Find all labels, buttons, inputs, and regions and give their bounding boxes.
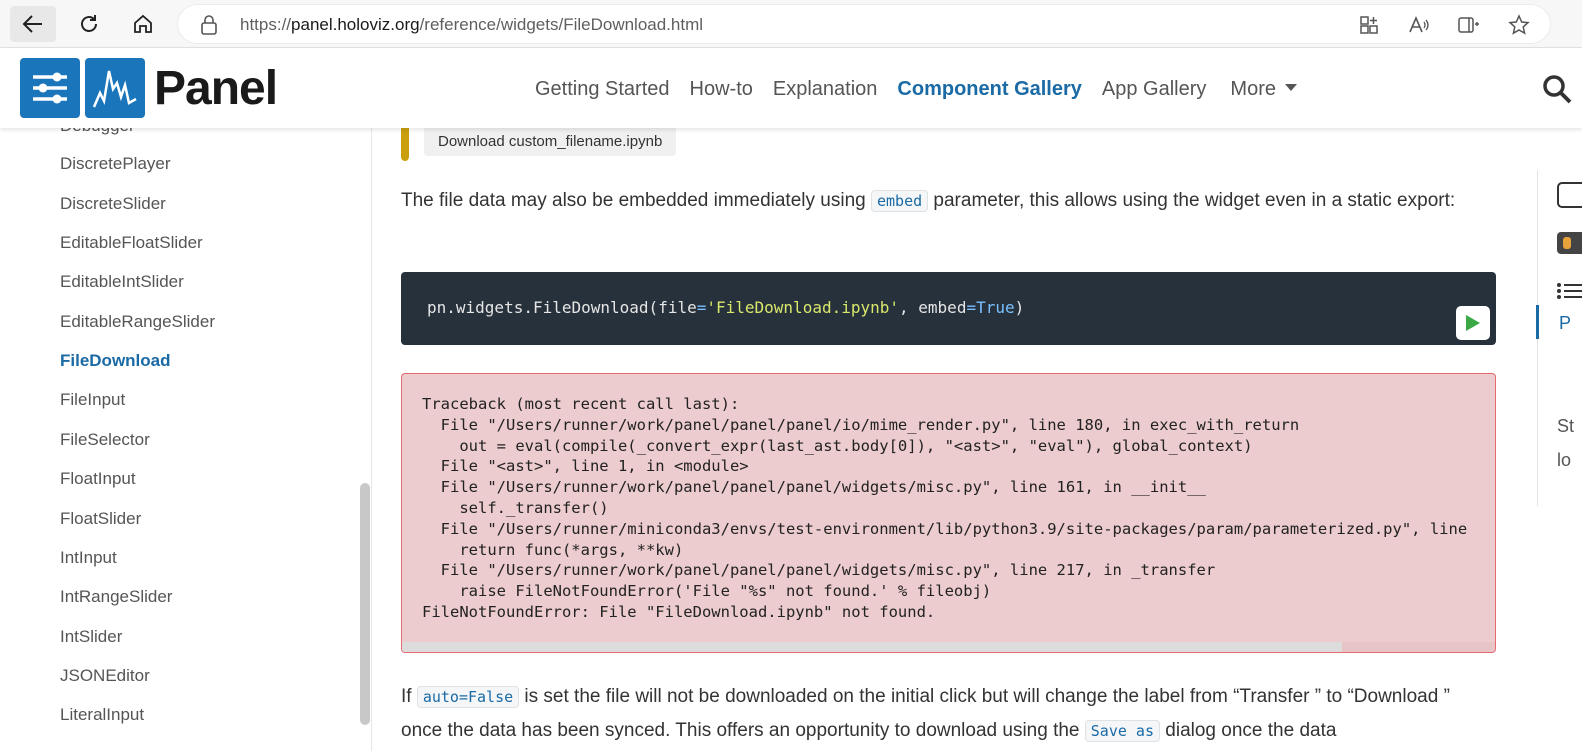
address-bar[interactable]: https://panel.holoviz.org/reference/widg…: [178, 5, 1550, 43]
code-eq-1: =: [696, 298, 707, 317]
reload-icon: [81, 15, 97, 32]
left-sidebar: Debugger DiscretePlayer DiscreteSlider E…: [0, 128, 372, 751]
home-icon: [134, 14, 152, 33]
sidebar-item-editableintslider[interactable]: EditableIntSlider: [60, 272, 184, 292]
toc-text-1: St: [1557, 416, 1575, 436]
sidebar-item-filedownload[interactable]: FileDownload: [60, 351, 171, 371]
sidebar-item-editablerangeslider[interactable]: EditableRangeSlider: [60, 312, 215, 332]
site-header: Panel Getting Started How-to Explanation…: [0, 48, 1582, 128]
toc-active-indicator: [1536, 305, 1539, 339]
sidebar-item-discreteslider[interactable]: DiscreteSlider: [60, 194, 166, 214]
logo-text: Panel: [154, 61, 278, 115]
toc-badge: [1557, 232, 1582, 254]
sidebar-scrollbar[interactable]: [360, 483, 370, 725]
list-icon: [1557, 283, 1582, 299]
sidebar-item-fileselector[interactable]: FileSelector: [60, 430, 150, 450]
traceback-text: Traceback (most recent call last): File …: [422, 395, 1468, 621]
code-prefix: pn.widgets.FileDownload(: [427, 298, 659, 317]
browser-toolbar: https://panel.holoviz.org/reference/widg…: [0, 0, 1582, 48]
favorite-star-icon[interactable]: [1508, 14, 1530, 36]
panel-logo[interactable]: Panel: [20, 57, 278, 119]
sidebar-item-floatinput[interactable]: FloatInput: [60, 469, 136, 489]
reload-button[interactable]: [66, 6, 112, 42]
code-sep: ,: [899, 298, 919, 317]
error-output: Traceback (most recent call last): File …: [401, 373, 1496, 653]
nav-explanation[interactable]: Explanation: [773, 78, 878, 101]
sidebar-item-intrangeslider[interactable]: IntRangeSlider: [60, 587, 172, 607]
top-nav: Getting Started How-to Explanation Compo…: [535, 78, 1297, 101]
para2-text-c: dialog once the data: [1160, 720, 1337, 741]
search-icon[interactable]: [1542, 74, 1572, 104]
sliders-logo-icon: [20, 58, 80, 118]
main-content: Download custom_filename.ipynb The file …: [372, 128, 1582, 751]
caret-down-icon: [1284, 84, 1297, 92]
horizontal-scrollbar[interactable]: [402, 642, 1342, 652]
home-button[interactable]: [120, 6, 166, 42]
para2-text-a: If: [401, 686, 417, 707]
download-button[interactable]: Download custom_filename.ipynb: [424, 128, 677, 156]
app-available-icon[interactable]: [1358, 14, 1380, 36]
sidebar-item-literalinput[interactable]: LiteralInput: [60, 705, 144, 725]
nav-more-label: More: [1230, 78, 1276, 100]
code-string: 'FileDownload.ipynb': [706, 298, 900, 317]
sidebar-item-intinput[interactable]: IntInput: [60, 548, 117, 568]
play-icon: [1466, 315, 1480, 331]
output-marker: [401, 128, 409, 161]
sidebar-item-fileinput[interactable]: FileInput: [60, 390, 125, 410]
url-host: panel.holoviz.org: [291, 15, 420, 34]
code-true: True: [976, 298, 1015, 317]
read-aloud-icon[interactable]: [1408, 14, 1430, 36]
code-line: pn.widgets.FileDownload(file='FileDownlo…: [427, 298, 1024, 317]
auto-paragraph: If auto=False is set the file will not b…: [401, 680, 1496, 748]
code-eq-2: =: [966, 298, 977, 317]
sidebar-item-editablefloatslider[interactable]: EditableFloatSlider: [60, 233, 203, 253]
auto-false-code: auto=False: [416, 686, 520, 708]
url-path: /reference/widgets/FileDownload.html: [419, 15, 704, 34]
sidebar-item-debugger[interactable]: Debugger: [60, 128, 135, 136]
run-button[interactable]: [1456, 306, 1490, 340]
url-prefix: https://: [240, 15, 292, 34]
lock-icon[interactable]: [200, 15, 218, 35]
back-button[interactable]: [10, 6, 56, 42]
code-suffix: ): [1014, 298, 1025, 317]
sidebar-item-jsoneditor[interactable]: JSONEditor: [60, 666, 150, 686]
sidebar-item-intslider[interactable]: IntSlider: [60, 627, 122, 647]
code-arg-file: file: [658, 298, 697, 317]
nav-app-gallery[interactable]: App Gallery: [1102, 78, 1207, 101]
sidebar-item-discreteplayer[interactable]: DiscretePlayer: [60, 154, 171, 174]
para1-text-a: The file data may also be embedded immed…: [401, 190, 871, 211]
toc-link[interactable]: P: [1559, 313, 1571, 334]
para1-text-b: parameter, this allows using the widget …: [928, 190, 1456, 211]
toc-text-2: lo: [1557, 450, 1572, 470]
nav-getting-started[interactable]: Getting Started: [535, 78, 670, 101]
immersive-reader-icon[interactable]: [1458, 14, 1480, 36]
sidebar-item-floatslider[interactable]: FloatSlider: [60, 509, 141, 529]
embed-code: embed: [870, 190, 929, 212]
nav-component-gallery[interactable]: Component Gallery: [897, 78, 1081, 101]
nav-how-to[interactable]: How-to: [690, 78, 753, 101]
chart-logo-icon: [85, 58, 145, 118]
embed-paragraph: The file data may also be embedded immed…: [401, 184, 1496, 218]
code-cell: pn.widgets.FileDownload(file='FileDownlo…: [401, 272, 1496, 345]
url-text[interactable]: https://panel.holoviz.org/reference/widg…: [240, 15, 703, 35]
arrow-left-icon: [22, 15, 42, 33]
save-as-code: Save as: [1084, 720, 1160, 742]
code-arg-embed: embed: [918, 298, 967, 317]
toc-button[interactable]: [1557, 182, 1582, 208]
nav-more-dropdown[interactable]: More: [1230, 78, 1297, 101]
